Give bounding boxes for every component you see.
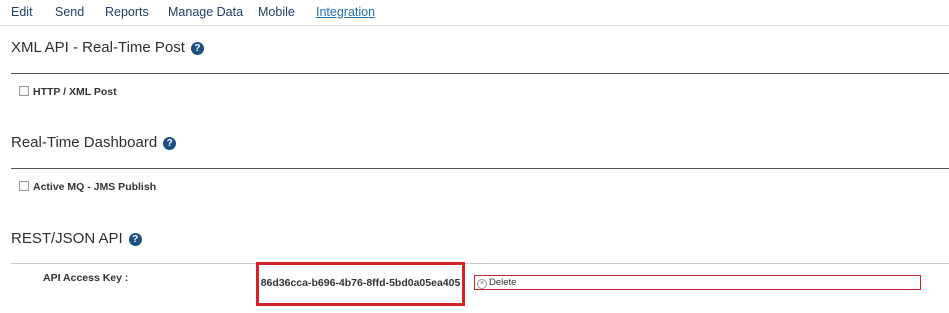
nav-send[interactable]: Send — [55, 5, 84, 19]
nav-mobile[interactable]: Mobile — [258, 5, 295, 19]
api-key-value: 86d36cca-b696-4b76-8ffd-5bd0a05ea405 — [260, 277, 461, 289]
section-title-xml-api: XML API - Real-Time Post? — [11, 39, 204, 56]
api-key-highlight-box: 86d36cca-b696-4b76-8ffd-5bd0a05ea405 — [256, 262, 465, 306]
help-icon[interactable]: ? — [163, 137, 177, 150]
section-title-rest-json: REST/JSON API? — [11, 230, 142, 247]
nav-manage-data[interactable]: Manage Data — [168, 5, 243, 19]
x-circle-icon: × — [477, 279, 487, 289]
delete-key-button[interactable]: × Delete — [477, 277, 516, 289]
checkbox-label: Active MQ - JMS Publish — [33, 181, 157, 193]
delete-label: Delete — [489, 277, 517, 288]
delete-key-container: × Delete — [474, 275, 921, 290]
section-title-dashboard: Real-Time Dashboard? — [11, 134, 177, 151]
activemq-jms-checkbox[interactable] — [19, 181, 29, 191]
section-title-text: Real-Time Dashboard — [11, 134, 158, 151]
section-divider — [11, 168, 949, 169]
api-access-key-label: API Access Key : — [43, 272, 129, 284]
section-divider — [11, 263, 949, 264]
nav-reports[interactable]: Reports — [105, 5, 149, 19]
http-xml-post-checkbox[interactable] — [19, 86, 29, 96]
section-divider — [11, 73, 949, 74]
help-icon[interactable]: ? — [128, 233, 142, 246]
top-nav: Edit Send Reports Manage Data Mobile Int… — [0, 0, 949, 26]
activemq-checkbox-row[interactable]: Active MQ - JMS Publish — [19, 181, 156, 193]
http-xml-post-checkbox-row[interactable]: HTTP / XML Post — [19, 86, 117, 98]
help-icon[interactable]: ? — [190, 42, 204, 55]
nav-edit[interactable]: Edit — [11, 5, 33, 19]
nav-integration[interactable]: Integration — [316, 5, 375, 19]
section-title-text: XML API - Real-Time Post — [11, 39, 185, 56]
section-title-text: REST/JSON API — [11, 230, 123, 247]
checkbox-label: HTTP / XML Post — [33, 86, 117, 98]
